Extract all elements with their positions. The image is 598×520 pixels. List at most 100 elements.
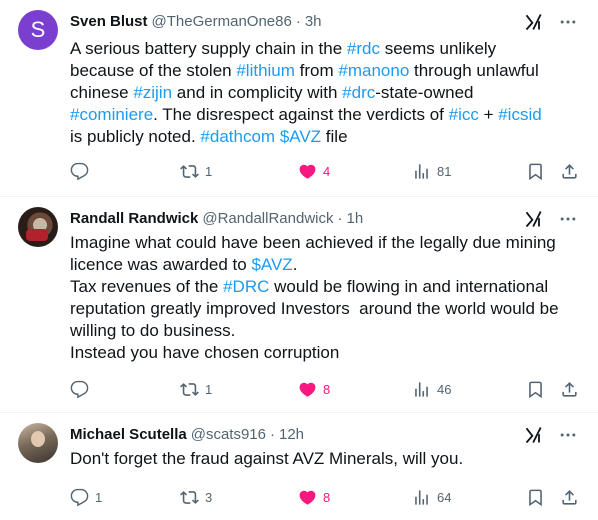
views-icon: [415, 489, 428, 505]
share-icon: [562, 163, 577, 179]
hashtag-link[interactable]: #drc: [342, 83, 375, 102]
bookmark-button[interactable]: [526, 488, 545, 507]
tweet-text-segment: file: [321, 127, 348, 146]
like-count: 8: [323, 381, 331, 397]
share-button[interactable]: [560, 488, 579, 507]
reply-button[interactable]: [70, 162, 95, 181]
avatar-column: [18, 413, 70, 520]
grok-icon[interactable]: [524, 425, 544, 445]
tweet-text-segment: A serious battery supply chain in the: [70, 39, 347, 58]
retweet-button[interactable]: 3: [180, 488, 212, 507]
hashtag-link[interactable]: #rdc: [347, 39, 380, 58]
views-count: 81: [437, 163, 452, 179]
hashtag-link[interactable]: #zijin: [133, 83, 172, 102]
views-button[interactable]: 46: [412, 380, 451, 399]
reply-icon: [70, 488, 89, 506]
bookmark-icon: [529, 163, 542, 180]
more-icon[interactable]: [558, 425, 578, 445]
tweet-text: Don't forget the fraud against AVZ Miner…: [70, 448, 584, 470]
retweet-button[interactable]: 1: [180, 162, 212, 181]
hashtag-link[interactable]: $AVZ: [280, 127, 321, 146]
retweet-count: 3: [205, 489, 213, 505]
share-icon: [562, 381, 577, 397]
tweet-header: Michael Scutella @scats916 · 12h: [70, 425, 584, 445]
timestamp[interactable]: 12h: [279, 425, 304, 445]
hashtag-link[interactable]: #lithium: [236, 61, 295, 80]
views-count: 46: [437, 381, 452, 397]
retweet-icon: [180, 382, 199, 396]
tweet-actions: 1 3 8 64: [70, 485, 584, 509]
share-button[interactable]: [560, 380, 579, 399]
hashtag-link[interactable]: #icc: [449, 105, 479, 124]
avatar-column: S: [18, 0, 70, 196]
views-count: 64: [437, 489, 452, 505]
retweet-icon: [180, 490, 199, 504]
tweet-header: Sven Blust @TheGermanOne86 · 3h: [70, 12, 584, 32]
avatar[interactable]: S: [18, 10, 58, 50]
retweet-count: 1: [205, 163, 213, 179]
share-button[interactable]: [560, 162, 579, 181]
separator-dot: ·: [337, 210, 343, 227]
grok-icon[interactable]: [524, 12, 544, 32]
bookmark-button[interactable]: [526, 380, 545, 399]
tweet-feed: S Sven Blust @TheGermanOne86 · 3h A seri…: [0, 0, 598, 520]
display-name[interactable]: Michael Scutella: [70, 425, 187, 445]
tweet-text-segment: Don't forget the fraud against AVZ Miner…: [70, 449, 464, 468]
hashtag-link[interactable]: #icsid: [498, 105, 541, 124]
avatar[interactable]: [18, 423, 58, 463]
retweet-icon: [180, 164, 199, 178]
bookmark-icon: [529, 381, 542, 398]
reply-button[interactable]: [70, 380, 95, 399]
tweet-text-segment: from: [294, 61, 339, 80]
hashtag-link[interactable]: #cominiere: [70, 105, 153, 124]
heart-icon: [299, 490, 316, 505]
tweet-text-segment: and in complicity with: [172, 83, 343, 102]
share-icon: [562, 489, 577, 505]
more-icon[interactable]: [558, 12, 578, 32]
reply-icon: [70, 380, 89, 398]
like-button[interactable]: 4: [298, 162, 330, 181]
like-button[interactable]: 8: [298, 488, 330, 507]
hashtag-link[interactable]: #DRC: [223, 277, 269, 296]
retweet-button[interactable]: 1: [180, 380, 212, 399]
header-actions: [524, 12, 584, 32]
display-name[interactable]: Randall Randwick: [70, 209, 198, 229]
avatar-column: [18, 197, 70, 412]
timestamp[interactable]: 1h: [347, 209, 364, 229]
user-handle[interactable]: @TheGermanOne86: [152, 12, 292, 32]
reply-button[interactable]: 1: [70, 488, 102, 507]
bookmark-button[interactable]: [526, 162, 545, 181]
grok-icon[interactable]: [524, 209, 544, 229]
hashtag-link[interactable]: $AVZ: [251, 255, 292, 274]
timestamp[interactable]: 3h: [305, 12, 322, 32]
avatar[interactable]: [18, 207, 58, 247]
like-button[interactable]: 8: [298, 380, 330, 399]
header-actions: [524, 209, 584, 229]
tweet-header: Randall Randwick @RandallRandwick · 1h: [70, 209, 584, 229]
tweet-text-segment: Imagine what could have been achieved if…: [70, 233, 556, 274]
more-icon[interactable]: [558, 209, 578, 229]
hashtag-link[interactable]: #manono: [338, 61, 409, 80]
reply-icon: [70, 162, 89, 180]
tweet-text: Imagine what could have been achieved if…: [70, 232, 584, 364]
reply-count: 1: [95, 489, 103, 505]
heart-icon: [299, 382, 316, 397]
display-name[interactable]: Sven Blust: [70, 12, 148, 32]
views-icon: [415, 163, 428, 179]
user-handle[interactable]: @scats916: [191, 425, 266, 445]
like-count: 4: [323, 163, 331, 179]
separator-dot: ·: [295, 13, 301, 30]
header-actions: [524, 425, 584, 445]
retweet-count: 1: [205, 381, 213, 397]
separator-dot: ·: [269, 426, 275, 443]
views-button[interactable]: 81: [412, 162, 451, 181]
tweet-text-segment: +: [478, 105, 499, 124]
heart-icon: [299, 164, 316, 179]
views-button[interactable]: 64: [412, 488, 451, 507]
tweet-actions: 1 4 81: [70, 159, 584, 183]
user-handle[interactable]: @RandallRandwick: [202, 209, 333, 229]
tweet-actions: 1 8 46: [70, 377, 584, 401]
tweet-text-segment: . The disrespect against the verdicts of: [153, 105, 449, 124]
views-icon: [415, 381, 428, 397]
hashtag-link[interactable]: #dathcom: [200, 127, 275, 146]
